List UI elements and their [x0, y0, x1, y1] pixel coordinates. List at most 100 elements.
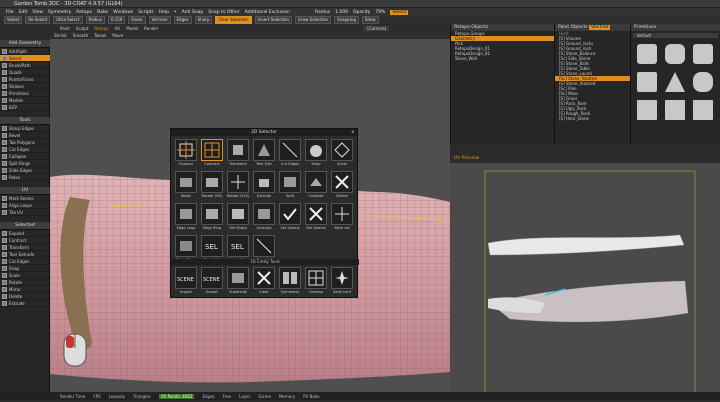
tool-btn-collapse[interactable]: Collapse: [304, 171, 328, 201]
menu-windows[interactable]: Windows: [113, 10, 133, 15]
retopo-row-stone-wall[interactable]: Stone_Wall: [451, 56, 554, 61]
tool-slide-edges[interactable]: Slide Edges: [0, 167, 50, 174]
tool-btn-expand[interactable]: Expand: [174, 139, 198, 169]
tool-btn-snap[interactable]: Snap: [304, 139, 328, 169]
tool-align-loops[interactable]: Align Loops: [0, 202, 50, 209]
tool-btn-edge-ring[interactable]: Edge Ring: [200, 203, 224, 233]
tool-btn-clear[interactable]: Clear: [252, 267, 276, 297]
toolbar-sharp[interactable]: Sharp: [194, 16, 213, 24]
tool-tile-uv[interactable]: Tile UV: [0, 209, 50, 216]
tool-contract[interactable]: Contract: [0, 237, 50, 244]
tool-btn-relax[interactable]: Relax: [174, 171, 198, 201]
menu-bake[interactable]: Bake: [97, 10, 108, 15]
tool-rotate[interactable]: Rotate: [0, 279, 50, 286]
tool-btn-subdivide[interactable]: Subdivide: [226, 267, 250, 297]
tool-btn-split[interactable]: Split: [278, 171, 302, 201]
menu-symmetry[interactable]: Symmetry: [48, 10, 71, 15]
camera-dropdown[interactable]: [Camera]: [364, 25, 390, 31]
room-tab-render[interactable]: Render: [144, 26, 158, 31]
tool-points-faces[interactable]: Points/Faces: [0, 76, 50, 83]
menu-view[interactable]: View: [32, 10, 43, 15]
toolbar-edges[interactable]: Edges: [173, 16, 192, 24]
tool-btn-tear-extrude[interactable]: Tear Extr: [252, 139, 276, 169]
tool-btn-delete[interactable]: Delete: [330, 171, 354, 201]
tool-mark-seams[interactable]: Mark Seams: [0, 195, 50, 202]
tool-strokes[interactable]: Strokes: [0, 83, 50, 90]
tool-scale[interactable]: Scale: [0, 272, 50, 279]
tool-cut-edges-2[interactable]: Cut Edges: [0, 258, 50, 265]
tool-cut-edges[interactable]: Cut Edges: [0, 146, 50, 153]
tab-paint-objects[interactable]: Paint Objects: [558, 25, 588, 30]
toolbar-reselect[interactable]: Re-Select: [25, 16, 51, 24]
tool-btn-export[interactable]: SCENE Export: [200, 267, 224, 297]
tool-btn-scale[interactable]: Scale: [330, 139, 354, 169]
tool-btn-del-seams[interactable]: Del Seams: [304, 203, 328, 233]
toolbar-select[interactable]: Select: [4, 16, 23, 24]
tool-models[interactable]: Models: [0, 97, 50, 104]
tool-expand[interactable]: Expand: [0, 230, 50, 237]
toolbar-faces[interactable]: Faces: [128, 16, 146, 24]
tool-btn-mark-sel[interactable]: Mark sel: [330, 203, 354, 233]
menu-snap-other[interactable]: Snap to Other: [208, 10, 239, 15]
toolbar-invert-selection[interactable]: Invert Selection: [254, 16, 293, 24]
tool-btn-save-conf[interactable]: Save conf: [330, 267, 354, 297]
tool-extrude[interactable]: Extrude: [0, 300, 50, 307]
tool-snap[interactable]: Snap: [0, 265, 50, 272]
tool-delete[interactable]: Delete: [0, 293, 50, 300]
tool-btn-cut-edges[interactable]: Cut Edges: [278, 139, 302, 169]
toolbar-ultra-select[interactable]: Ultra Select: [53, 16, 83, 24]
tool-btn-symmetry[interactable]: Symmetry: [278, 267, 302, 297]
tab-voxtree[interactable]: VoxTree: [589, 25, 611, 30]
tool-bevel[interactable]: Bevel: [0, 132, 50, 139]
tool-btn-transform[interactable]: Transform: [226, 139, 250, 169]
tool-btn-rotate-vr[interactable]: Rotate (VR): [200, 171, 224, 201]
tool-split-rings[interactable]: Split Rings: [0, 160, 50, 167]
dialog-close-button[interactable]: x: [351, 129, 354, 136]
tool-tab-polygons[interactable]: Tab Polygons: [0, 139, 50, 146]
tool-btn-rotate-xyz[interactable]: Rotate (XYZ): [226, 171, 250, 201]
menu-opacity-value[interactable]: 79%: [375, 10, 385, 15]
tool-quads[interactable]: Quads: [0, 69, 50, 76]
menu-select-badge[interactable]: Select: [390, 9, 409, 15]
menu-retopo[interactable]: Retopo: [76, 10, 92, 15]
tool-mirror[interactable]: Mirror: [0, 286, 50, 293]
toolbar-snapping[interactable]: Snapping: [334, 16, 359, 24]
tool-primitives[interactable]: Primitives: [0, 90, 50, 97]
tool-tear-extrude[interactable]: Tear Extrude: [0, 251, 50, 258]
room-tab-model[interactable]: Model: [126, 26, 138, 31]
tool-btn-edge-loop[interactable]: Edge Loop: [174, 203, 198, 233]
toolbar-show[interactable]: Show: [361, 16, 379, 24]
tool-btn-extrude[interactable]: Extrude: [252, 171, 276, 201]
tool-btn-set-seams[interactable]: Set Seams: [278, 203, 302, 233]
room-tab-paint[interactable]: Paint: [60, 26, 70, 31]
tool-btn-unsharp[interactable]: Unsharp: [252, 203, 276, 233]
tool-collapse[interactable]: Collapse: [0, 153, 50, 160]
tool-bzp[interactable]: BZP: [0, 104, 50, 111]
menu-radius-value[interactable]: 1.000: [335, 10, 348, 15]
menu-anti-snap[interactable]: Anti Snap: [182, 10, 204, 15]
toolbar-grow-selection[interactable]: Grow Selection: [295, 16, 332, 24]
toolbar-vertices[interactable]: Vertices: [148, 16, 171, 24]
tool-brush-path[interactable]: Brush/Path: [0, 62, 50, 69]
menu-file[interactable]: File: [6, 10, 14, 15]
tool-add-split[interactable]: Add/Split: [0, 48, 50, 55]
tool-btn-contract[interactable]: Contract: [200, 139, 224, 169]
tool-btn-unwrap[interactable]: Unwrap: [304, 267, 328, 297]
tool-btn-import[interactable]: SCENE Import: [174, 267, 198, 297]
menu-help[interactable]: Help: [159, 10, 169, 15]
menu-edit[interactable]: Edit: [19, 10, 28, 15]
tool-relax[interactable]: Relax: [0, 174, 50, 181]
menu-additional-exclusion[interactable]: Additional Exclusion: [245, 10, 290, 15]
room-tab-uv[interactable]: UV: [114, 26, 120, 31]
room-tab-sculpt[interactable]: Sculpt: [76, 26, 89, 31]
tool-sharp-edges[interactable]: Sharp Edges: [0, 125, 50, 132]
menu-scripts[interactable]: Scripts: [138, 10, 153, 15]
tool-btn-set-sharp[interactable]: Set Sharp: [226, 203, 250, 233]
uv-canvas[interactable]: [450, 163, 720, 400]
paint-row[interactable]: [S] Hero_Stone: [555, 116, 630, 121]
tool-transform[interactable]: Transform: [0, 244, 50, 251]
tool-select[interactable]: Select: [0, 55, 50, 62]
toolbar-clear-selection[interactable]: Clear Selection: [215, 16, 252, 24]
toolbar-radius-value[interactable]: 0.156: [107, 16, 126, 24]
room-tab-retopo[interactable]: Retopo: [94, 26, 108, 31]
